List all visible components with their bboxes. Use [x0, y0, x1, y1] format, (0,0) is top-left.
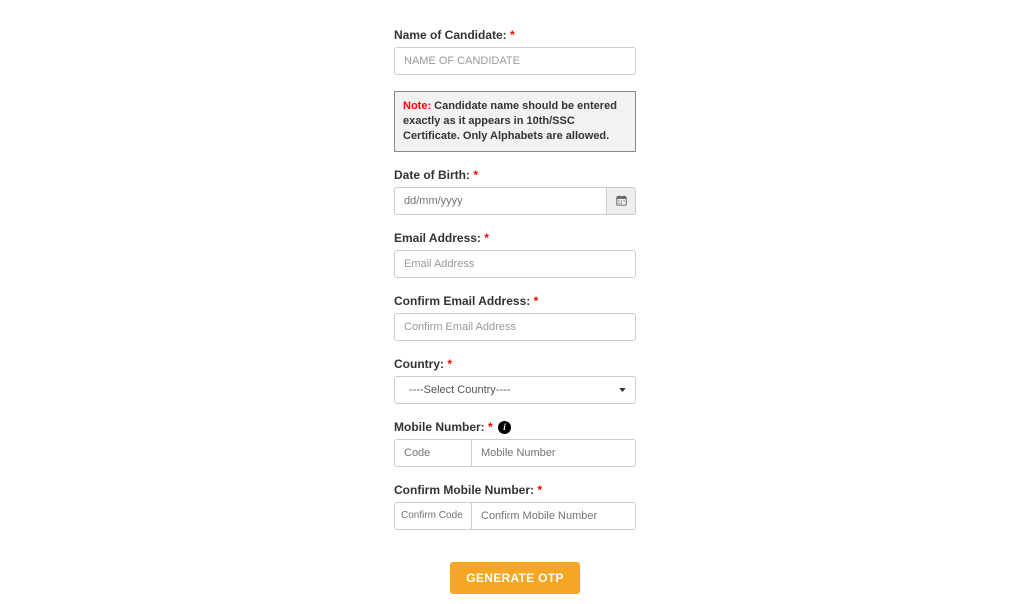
mobile-number-input[interactable]: [472, 439, 636, 467]
calendar-icon: [616, 195, 627, 206]
required-star: *: [470, 168, 478, 182]
required-star: *: [534, 483, 542, 497]
confirm-mobile-label-text: Confirm Mobile Number:: [394, 483, 534, 497]
registration-form: Name of Candidate: * Note: Candidate nam…: [394, 28, 636, 594]
required-star: *: [481, 231, 489, 245]
confirm-email-input[interactable]: [394, 313, 636, 341]
required-star: *: [530, 294, 538, 308]
field-group-confirm-email: Confirm Email Address: *: [394, 294, 636, 341]
dob-label-text: Date of Birth:: [394, 168, 470, 182]
note-box: Note: Candidate name should be entered e…: [394, 91, 636, 152]
mobile-label: Mobile Number: * i: [394, 420, 636, 434]
generate-otp-button[interactable]: GENERATE OTP: [450, 562, 579, 594]
info-icon[interactable]: i: [498, 421, 511, 434]
field-group-country: Country: * ----Select Country----: [394, 357, 636, 404]
email-label: Email Address: *: [394, 231, 636, 245]
mobile-row: [394, 439, 636, 467]
confirm-email-label-text: Confirm Email Address:: [394, 294, 530, 308]
email-label-text: Email Address:: [394, 231, 481, 245]
mobile-label-text: Mobile Number:: [394, 420, 485, 434]
dob-input[interactable]: [394, 187, 606, 215]
name-label-text: Name of Candidate:: [394, 28, 507, 42]
name-label: Name of Candidate: *: [394, 28, 636, 42]
country-label-text: Country:: [394, 357, 444, 371]
country-select[interactable]: ----Select Country----: [394, 376, 636, 404]
country-select-wrap: ----Select Country----: [394, 376, 636, 404]
email-input[interactable]: [394, 250, 636, 278]
confirm-mobile-label: Confirm Mobile Number: *: [394, 483, 636, 497]
field-group-confirm-mobile: Confirm Mobile Number: *: [394, 483, 636, 530]
dob-row: [394, 187, 636, 215]
required-star: *: [507, 28, 515, 42]
dob-label: Date of Birth: *: [394, 168, 636, 182]
calendar-button[interactable]: [606, 187, 636, 215]
field-group-dob: Date of Birth: *: [394, 168, 636, 215]
confirm-mobile-code-input[interactable]: [394, 502, 472, 530]
field-group-name: Name of Candidate: *: [394, 28, 636, 75]
field-group-email: Email Address: *: [394, 231, 636, 278]
note-text: Candidate name should be entered exactly…: [403, 100, 617, 142]
required-star: *: [444, 357, 452, 371]
button-row: GENERATE OTP: [394, 562, 636, 594]
confirm-mobile-number-input[interactable]: [472, 502, 636, 530]
confirm-email-label: Confirm Email Address: *: [394, 294, 636, 308]
note-prefix: Note:: [403, 100, 431, 112]
name-input[interactable]: [394, 47, 636, 75]
country-label: Country: *: [394, 357, 636, 371]
field-group-mobile: Mobile Number: * i: [394, 420, 636, 467]
required-star: *: [485, 420, 493, 434]
mobile-code-input[interactable]: [394, 439, 472, 467]
confirm-mobile-row: [394, 502, 636, 530]
